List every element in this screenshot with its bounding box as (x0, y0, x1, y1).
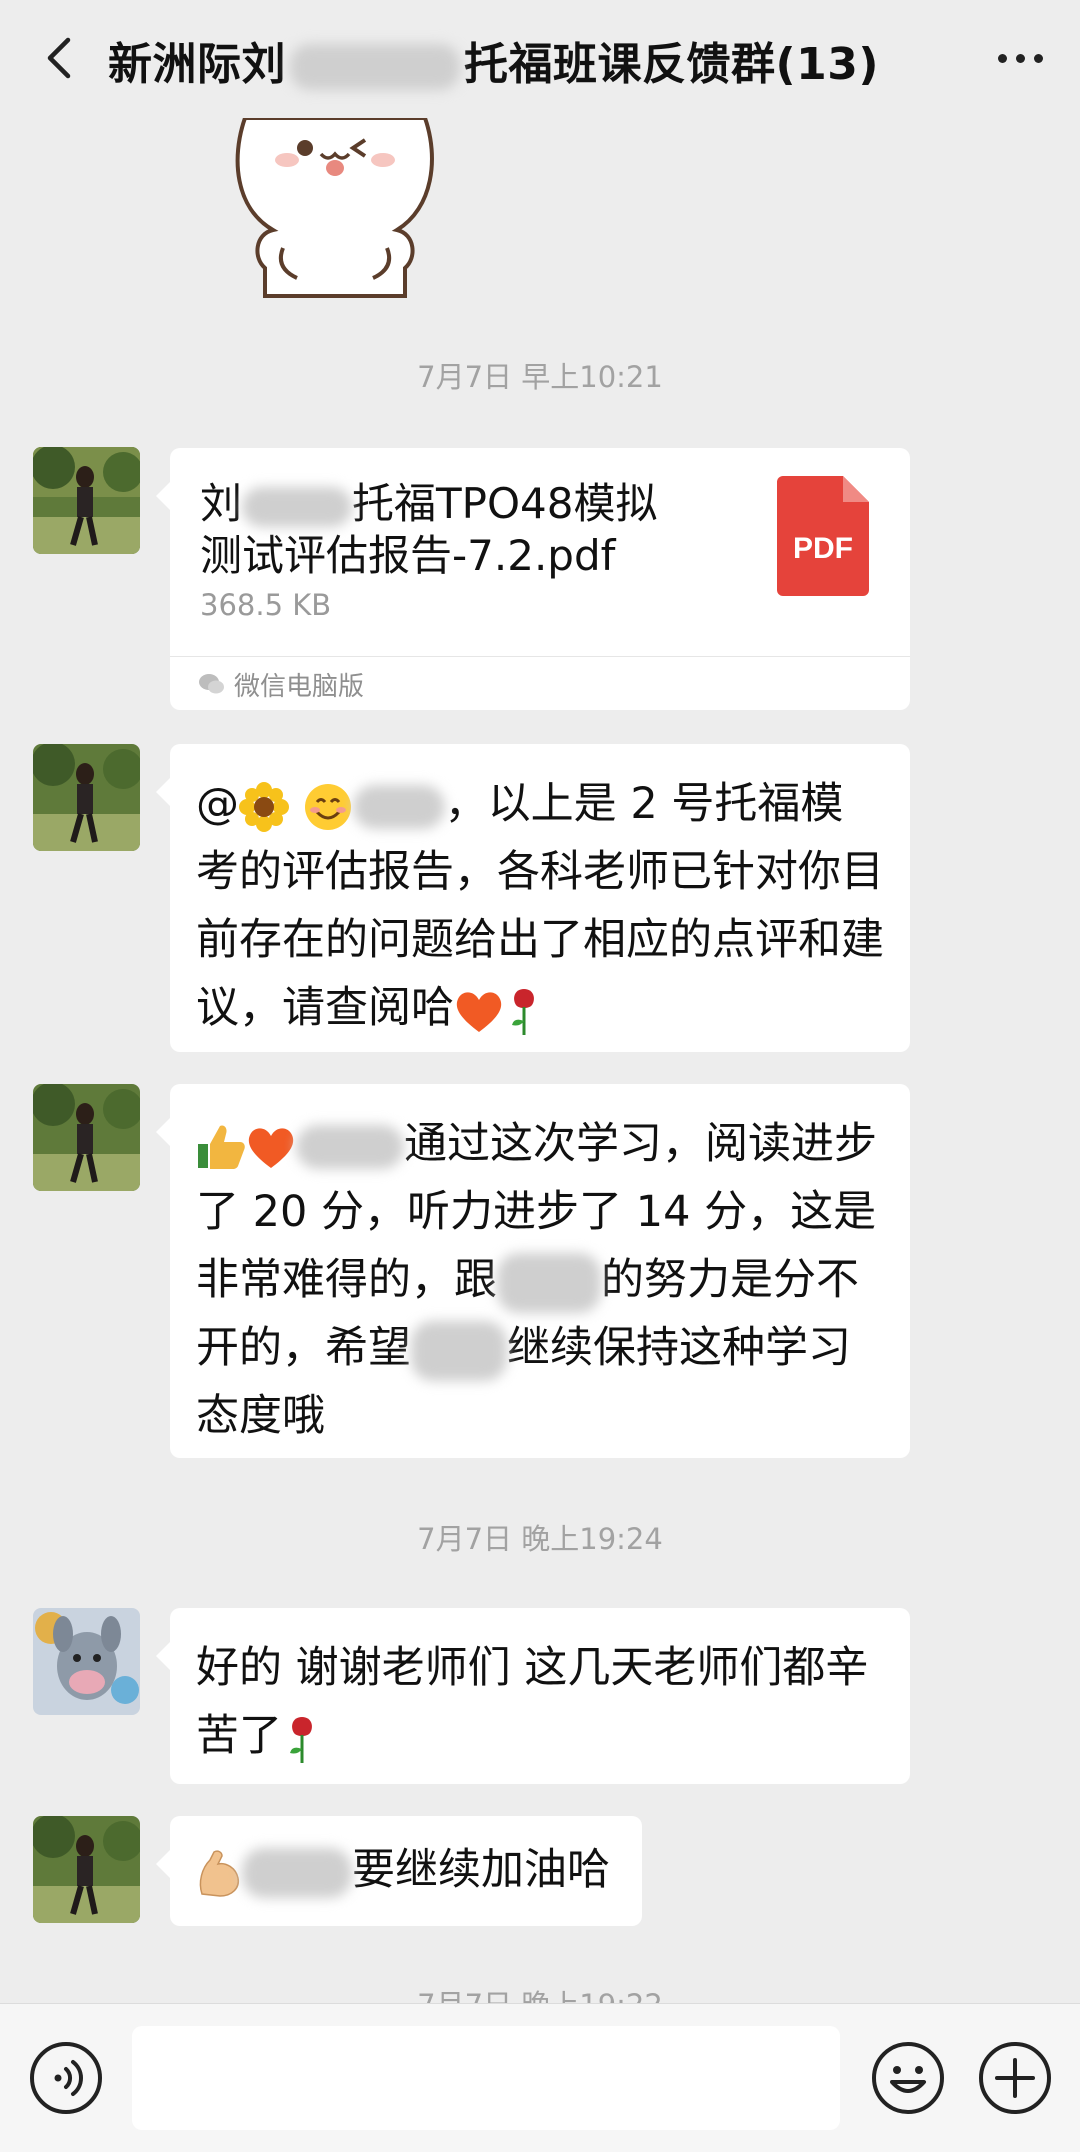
redacted-name (497, 1252, 601, 1313)
more-button[interactable] (988, 30, 1052, 86)
redacted-name (242, 1847, 352, 1898)
chat-title: 新洲际刘 托福班课反馈群(13) (108, 28, 879, 92)
file-size: 368.5 KB (200, 588, 332, 622)
file-name: 刘托福TPO48模拟测试评估报告-7.2.pdf (200, 478, 670, 582)
sunflower-emoji-icon (239, 781, 289, 832)
redacted-name (242, 486, 353, 527)
file-name-prefix: 刘 (200, 479, 243, 528)
plus-icon (979, 2042, 1051, 2114)
rose-emoji-icon (290, 1716, 312, 1763)
more-dot (997, 53, 1007, 63)
message-bubble[interactable]: 要继续加油哈 (156, 1816, 642, 1926)
more-dot (1033, 53, 1043, 63)
voice-button[interactable] (28, 2040, 104, 2116)
rose-emoji-icon (512, 988, 534, 1035)
message-bubble[interactable]: 好的 谢谢老师们 这几天老师们都辛苦了 (156, 1608, 910, 1784)
message-input[interactable] (132, 2026, 840, 2130)
avatar[interactable] (33, 1084, 140, 1191)
chevron-left-icon (47, 37, 71, 79)
wechat-icon (199, 674, 224, 694)
more-dot (1015, 53, 1025, 63)
avatar-photo-icon (33, 1816, 140, 1923)
avatar-plush-toy-icon (33, 1608, 140, 1715)
flexed-biceps-emoji-icon (199, 1849, 240, 1897)
avatar[interactable] (33, 744, 140, 851)
sticker-image[interactable] (225, 116, 445, 298)
thumbs-up-emoji-icon (198, 1124, 245, 1169)
back-button[interactable] (30, 30, 86, 86)
file-source-bar: 微信电脑版 (170, 656, 910, 711)
message-bubble[interactable]: @ ，以上是 2 号托福模考的评估报告，各科老师已针对你目前存在的问题给出了相应… (156, 744, 910, 1052)
file-source: 微信电脑版 (234, 671, 365, 702)
cute-sticker-icon (235, 116, 434, 298)
redacted-name (352, 784, 445, 829)
avatar[interactable] (33, 447, 140, 554)
redacted-name (290, 44, 460, 90)
heart-emoji-icon (248, 1127, 294, 1168)
file-message[interactable]: 刘托福TPO48模拟测试评估报告-7.2.pdf 368.5 KB PDF 微信… (156, 448, 910, 711)
avatar[interactable] (33, 1608, 140, 1715)
emoji-face-icon (872, 2042, 944, 2114)
more-functions-button[interactable] (977, 2040, 1053, 2116)
avatar-photo-icon (33, 744, 140, 851)
input-bar (0, 2003, 1080, 2152)
mention-at: @ (196, 779, 239, 829)
avatar-photo-icon (33, 1084, 140, 1191)
avatar[interactable] (33, 1816, 140, 1923)
message-text: 要继续加油哈 (352, 1845, 610, 1895)
voice-icon (30, 2042, 102, 2114)
chat-title-prefix: 新洲际刘 (108, 39, 286, 90)
redacted-name (411, 1320, 507, 1381)
timestamp: 7月7日 早上10:21 (417, 360, 663, 394)
pdf-file-icon: PDF (777, 476, 869, 596)
message-bubble[interactable]: 通过这次学习，阅读进步了 20 分，听力进步了 14 分，这是非常难得的，跟 的努… (156, 1084, 910, 1458)
emoji-button[interactable] (870, 2040, 946, 2116)
smile-emoji-icon (304, 783, 351, 830)
timestamp: 7月7日 晚上19:24 (417, 1522, 663, 1556)
avatar-photo-icon (33, 447, 140, 554)
redacted-name (296, 1124, 404, 1169)
heart-emoji-icon (456, 991, 502, 1032)
chat-header: 新洲际刘 托福班课反馈群(13) (0, 0, 1080, 118)
pdf-badge-text: PDF (793, 532, 853, 565)
chat-title-suffix: 托福班课反馈群(13) (464, 39, 879, 90)
